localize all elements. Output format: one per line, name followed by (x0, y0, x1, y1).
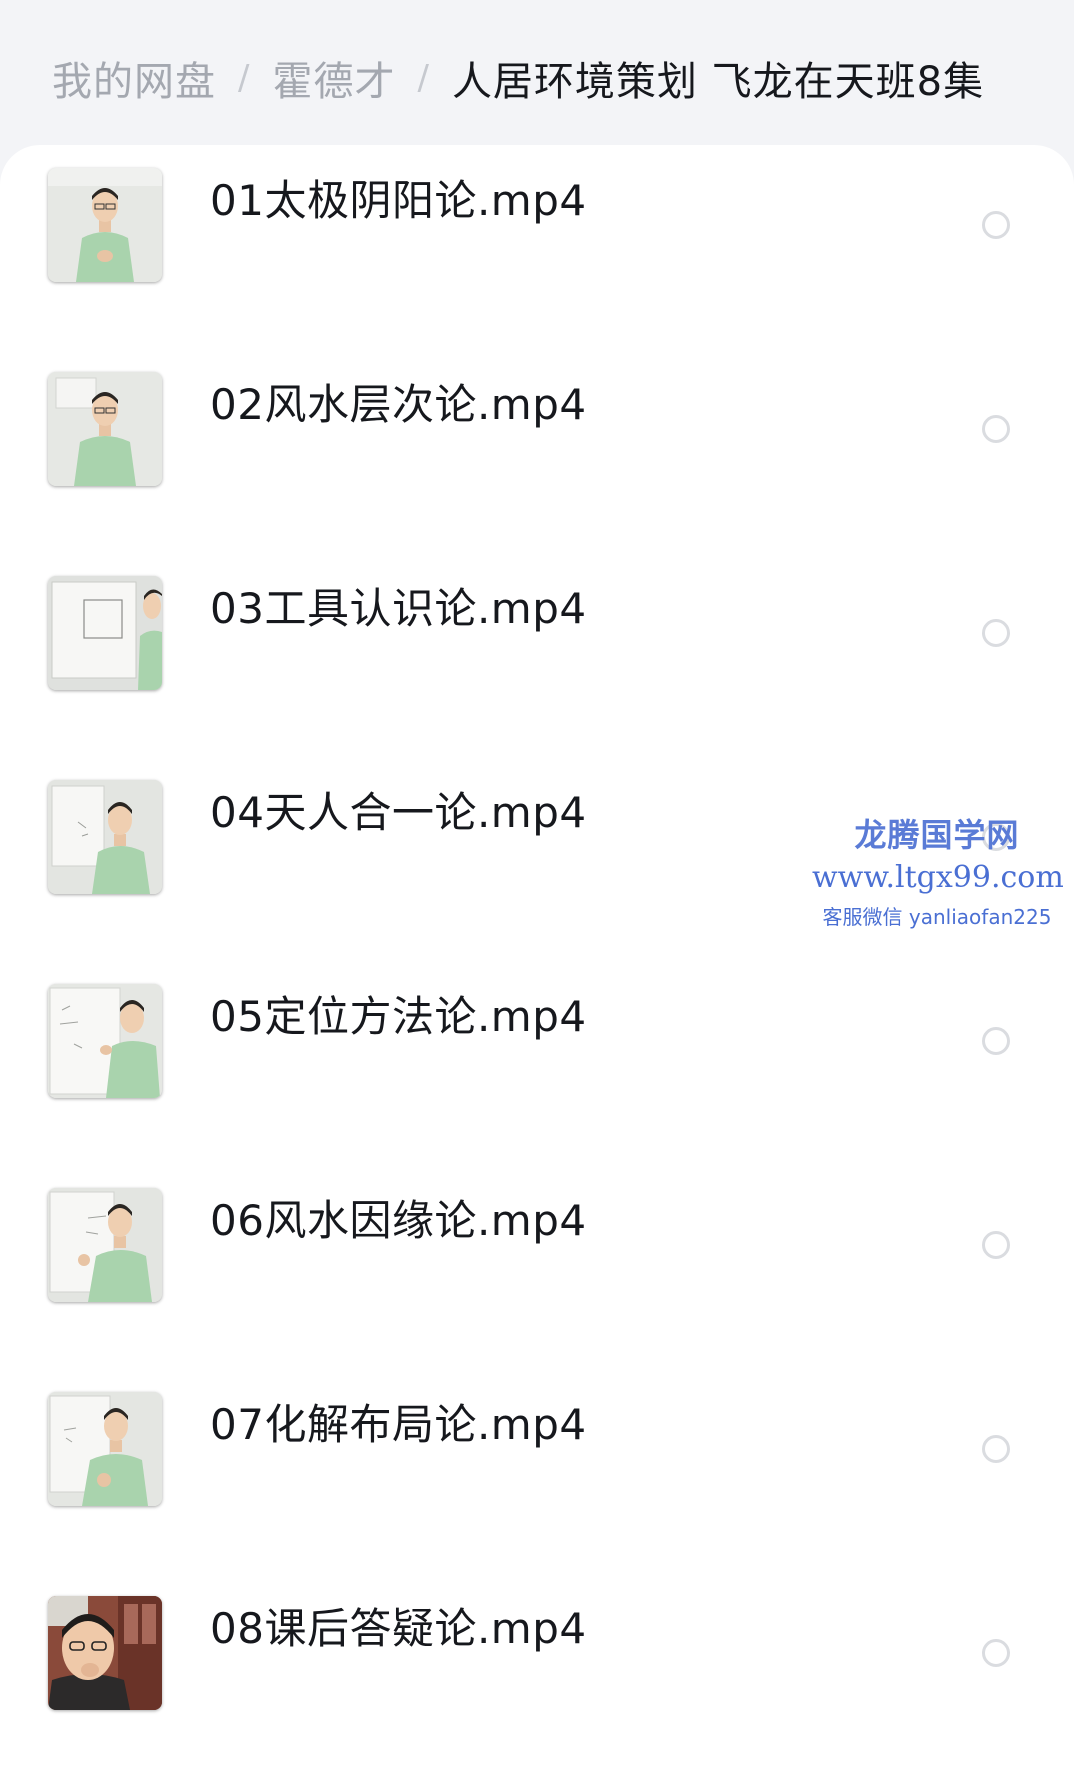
select-radio[interactable] (982, 211, 1010, 239)
file-row[interactable]: 02风水层次论.mp4 (0, 349, 1074, 553)
video-thumbnail (48, 780, 162, 894)
file-row[interactable]: 03工具认识论.mp4 (0, 553, 1074, 757)
lecturer-thumbnail-image (48, 1392, 162, 1506)
video-thumbnail (48, 984, 162, 1098)
file-name: 08课后答疑论.mp4 (210, 1604, 587, 1653)
select-radio[interactable] (982, 1027, 1010, 1055)
lecturer-thumbnail-image (48, 1188, 162, 1302)
file-row[interactable]: 05定位方法论.mp4 (0, 961, 1074, 1165)
breadcrumb-item-folder[interactable]: 霍德才 (272, 49, 395, 107)
lecturer-thumbnail-image (48, 780, 162, 894)
video-thumbnail (48, 372, 162, 486)
file-name: 06风水因缘论.mp4 (210, 1196, 587, 1245)
closeup-thumbnail-image (48, 1596, 162, 1710)
lecturer-thumbnail-image (48, 984, 162, 1098)
video-thumbnail (48, 1188, 162, 1302)
file-row[interactable]: 01太极阴阳论.mp4 (0, 145, 1074, 349)
breadcrumb: 我的网盘 / 霍德才 / 人居环境策划 飞龙在天班8集 (52, 48, 984, 108)
select-radio[interactable] (982, 619, 1010, 647)
file-name: 02风水层次论.mp4 (210, 380, 587, 429)
breadcrumb-separator: / (238, 58, 251, 98)
video-thumbnail (48, 576, 162, 690)
file-row[interactable]: 06风水因缘论.mp4 (0, 1165, 1074, 1369)
breadcrumb-separator: / (417, 58, 430, 98)
watermark-url: www.ltgx99.com (812, 860, 1064, 895)
whiteboard-thumbnail-image (48, 576, 162, 690)
file-name: 04天人合一论.mp4 (210, 788, 587, 837)
breadcrumb-item-current: 人居环境策划 飞龙在天班8集 (451, 59, 985, 105)
file-row[interactable]: 08课后答疑论.mp4 (0, 1573, 1074, 1777)
watermark: 龙腾国学网 www.ltgx99.com 客服微信 yanliaofan225 (812, 810, 1064, 930)
file-list-panel: 01太极阴阳论.mp4 02风水层次论.mp4 03工具认识论.mp4 04天人… (0, 145, 1074, 1785)
video-thumbnail (48, 1392, 162, 1506)
breadcrumb-item-my-drive[interactable]: 我的网盘 (52, 49, 216, 107)
watermark-title: 龙腾国学网 (854, 816, 1020, 854)
file-name: 01太极阴阳论.mp4 (210, 176, 587, 225)
file-name: 07化解布局论.mp4 (210, 1400, 587, 1449)
lecturer-thumbnail-image (48, 372, 162, 486)
lecturer-thumbnail-image (48, 168, 162, 282)
video-thumbnail (48, 168, 162, 282)
select-radio[interactable] (982, 1639, 1010, 1667)
select-radio[interactable] (982, 415, 1010, 443)
file-row[interactable]: 07化解布局论.mp4 (0, 1369, 1074, 1573)
file-name: 05定位方法论.mp4 (210, 992, 587, 1041)
select-radio[interactable] (982, 1231, 1010, 1259)
file-name: 03工具认识论.mp4 (210, 584, 587, 633)
watermark-contact: 客服微信 yanliaofan225 (822, 905, 1052, 929)
video-thumbnail (48, 1596, 162, 1710)
select-radio[interactable] (982, 1435, 1010, 1463)
